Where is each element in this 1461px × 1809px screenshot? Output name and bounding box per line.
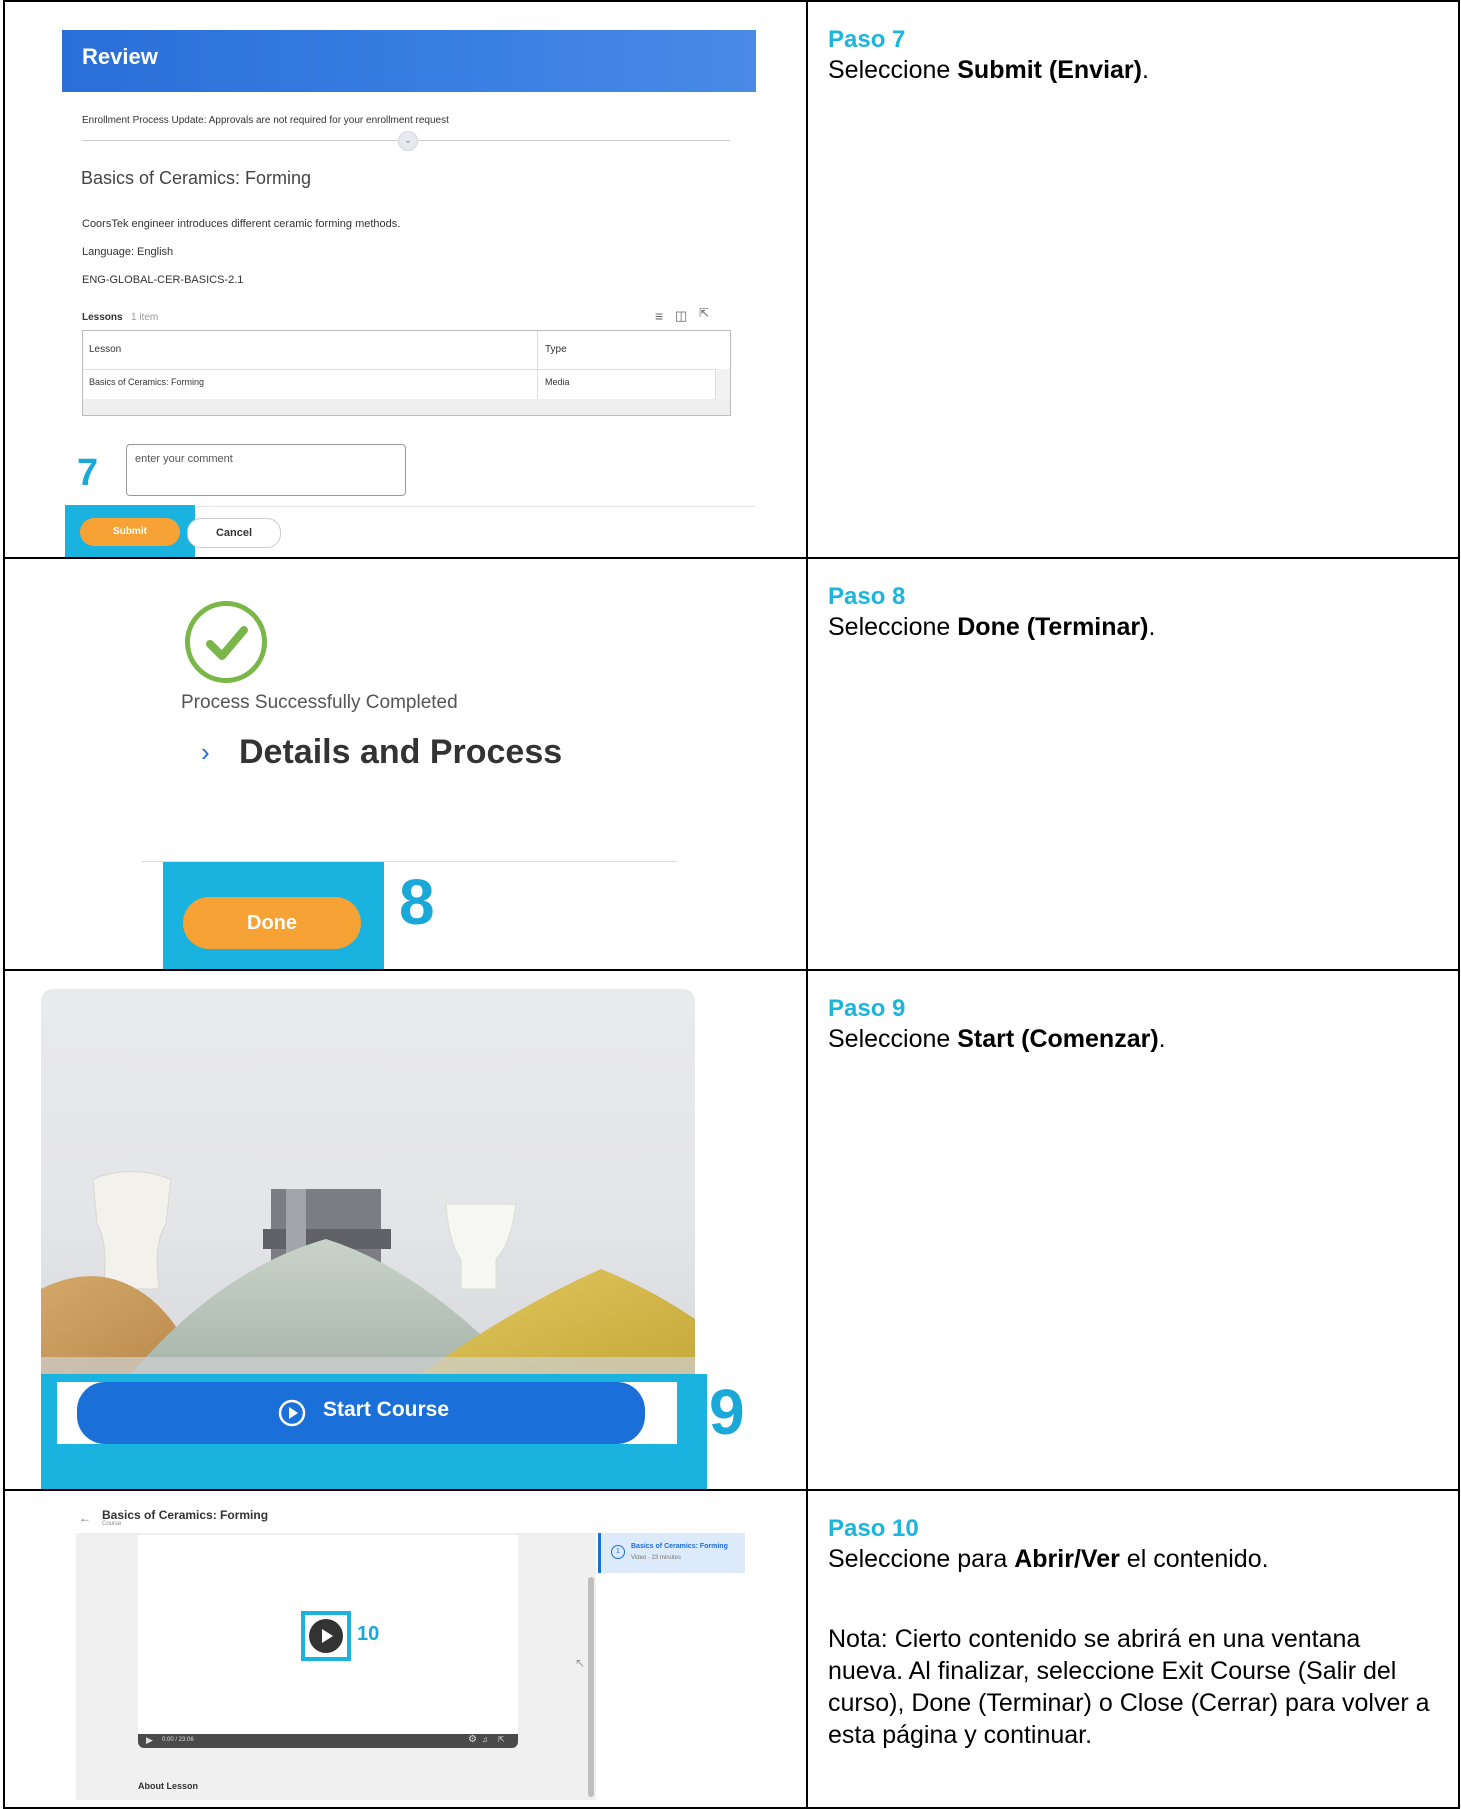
step-7-screenshot: Review Enrollment Process Update: Approv… [3,0,808,559]
table-header-lesson: Lesson [89,344,122,355]
comment-placeholder: enter your comment [135,453,233,465]
lessons-label: Lessons [82,312,123,323]
play-icon[interactable] [309,1619,343,1653]
lesson-index: 1 [611,1545,625,1559]
columns-icon[interactable]: ◫ [675,308,687,324]
sidebar-lesson-title: Basics of Ceramics: Forming [631,1543,728,1550]
course-subtitle: Course [102,1521,122,1527]
step-row-7: Review Enrollment Process Update: Approv… [0,0,1461,559]
sidebar-lesson-meta: Video · 23 minutes [631,1555,681,1561]
step-text-bold: Start (Comenzar) [957,1025,1159,1053]
step-text-bold: Done (Terminar) [957,613,1149,641]
horizontal-scrollbar[interactable] [83,399,730,415]
step-9-screenshot: Start Course 9 [3,969,808,1491]
course-cover-image [41,989,695,1374]
step-text-pre: Seleccione [828,613,958,641]
step-10-instructions: Paso 10 Seleccione para Abrir/Ver el con… [806,1489,1460,1809]
details-and-process[interactable]: Details and Process [239,733,562,772]
checkmark-icon [185,601,267,683]
start-course-button[interactable]: Start Course [77,1382,645,1444]
chevron-right-icon[interactable]: › [201,737,210,768]
review-title: Review [82,44,158,69]
time-readout: 0:00 / 23:06 [162,1737,194,1743]
step-text-post: . [1142,56,1149,84]
course-title: Basics of Ceramics: Forming [81,168,312,188]
step-7-instructions: Paso 7 Seleccione Submit (Enviar). [806,0,1460,559]
step-callout-10: 10 [357,1623,380,1645]
back-arrow-icon[interactable]: ← [79,1511,91,1525]
settings-icon[interactable]: ⚙ [468,1734,477,1745]
play-small-icon[interactable]: ▶ [146,1735,153,1746]
filter-icon[interactable]: ≡ [655,308,663,324]
step-row-9: Start Course 9 Paso 9 Seleccione Start (… [0,969,1461,1491]
step-title: Paso 10 [828,1515,919,1542]
step-callout-7: 7 [77,452,99,494]
scrollbar[interactable] [588,1577,594,1797]
step-9-instructions: Paso 9 Seleccione Start (Comenzar). [806,969,1460,1491]
chevron-down-icon[interactable]: ⌄ [398,131,418,151]
instruction-table: Review Enrollment Process Update: Approv… [0,0,1461,1809]
table-header-row: Lesson Type [83,331,730,370]
step-callout-9: 9 [709,1376,745,1448]
success-message: Process Successfully Completed [181,692,458,713]
enrollment-notice: Enrollment Process Update: Approvals are… [82,115,449,126]
step-text-post: el contenido. [1119,1545,1269,1573]
course-description: CoorsTek engineer introduces different c… [82,218,401,230]
step-row-8: Process Successfully Completed › Details… [0,557,1461,971]
table-header-type: Type [545,344,567,355]
expand-icon[interactable]: ⇱ [699,306,709,320]
step-text-post: . [1148,613,1156,641]
volume-icon[interactable]: ♫ [482,1735,488,1744]
play-circle-icon [278,1399,306,1427]
course-code: ENG-GLOBAL-CER-BASICS-2.1 [82,274,244,286]
step-text: Seleccione Submit (Enviar). [828,54,1438,87]
vertical-scrollbar[interactable] [715,369,730,399]
step-text-pre: Seleccione para [828,1545,1015,1573]
about-lesson: About Lesson [138,1781,198,1791]
table-row[interactable]: Basics of Ceramics: Forming Media [83,369,730,400]
step-text-pre: Seleccione [828,56,958,84]
step-text-bold: Submit (Enviar) [957,56,1142,84]
step-8-instructions: Paso 8 Seleccione Done (Terminar). [806,557,1460,971]
comment-input[interactable]: enter your comment [126,444,406,496]
course-title: Basics of Ceramics: Forming [102,1508,269,1522]
step-8-screenshot: Process Successfully Completed › Details… [3,557,808,971]
step-text: Seleccione para Abrir/Ver el contenido. [828,1543,1438,1576]
lessons-count: 1 item [131,312,159,323]
course-language: Language: English [82,246,174,258]
lessons-table: Lesson Type Basics of Ceramics: Forming … [82,330,731,416]
player-controls[interactable]: ▶ 0:00 / 23:06 ⚙ ♫ ⇱ [138,1734,518,1748]
submit-button[interactable]: Submit [80,518,180,546]
step-title: Paso 7 [828,26,906,53]
step-text-bold: Abrir/Ver [1014,1545,1120,1573]
step-10-screenshot: ← Basics of Ceramics: Forming Course ▶ 0… [3,1489,808,1809]
step-title: Paso 9 [828,995,906,1022]
fullscreen-icon[interactable]: ⇱ [498,1735,505,1744]
footer-divider [195,506,755,507]
step-text: Seleccione Start (Comenzar). [828,1023,1438,1056]
step-title: Paso 8 [828,583,906,610]
start-course-label: Start Course [323,1398,450,1421]
step-callout-8: 8 [399,866,435,938]
review-header: Review [62,30,756,92]
column-divider [537,331,538,399]
step-row-10: ← Basics of Ceramics: Forming Course ▶ 0… [0,1489,1461,1809]
step-text-pre: Seleccione [828,1025,958,1053]
step-text: Seleccione Done (Terminar). [828,611,1438,644]
step-text-post: . [1158,1025,1166,1053]
cursor-icon: ↖ [575,1656,586,1670]
done-button[interactable]: Done [183,897,361,949]
table-cell-lesson: Basics of Ceramics: Forming [89,377,205,387]
cancel-button[interactable]: Cancel [187,518,281,548]
sidebar-item-lesson[interactable]: 1 Basics of Ceramics: Forming Video · 23… [598,1533,745,1573]
table-cell-type: Media [545,377,570,387]
step-note: Nota: Cierto contenido se abrirá en una … [828,1625,1430,1749]
